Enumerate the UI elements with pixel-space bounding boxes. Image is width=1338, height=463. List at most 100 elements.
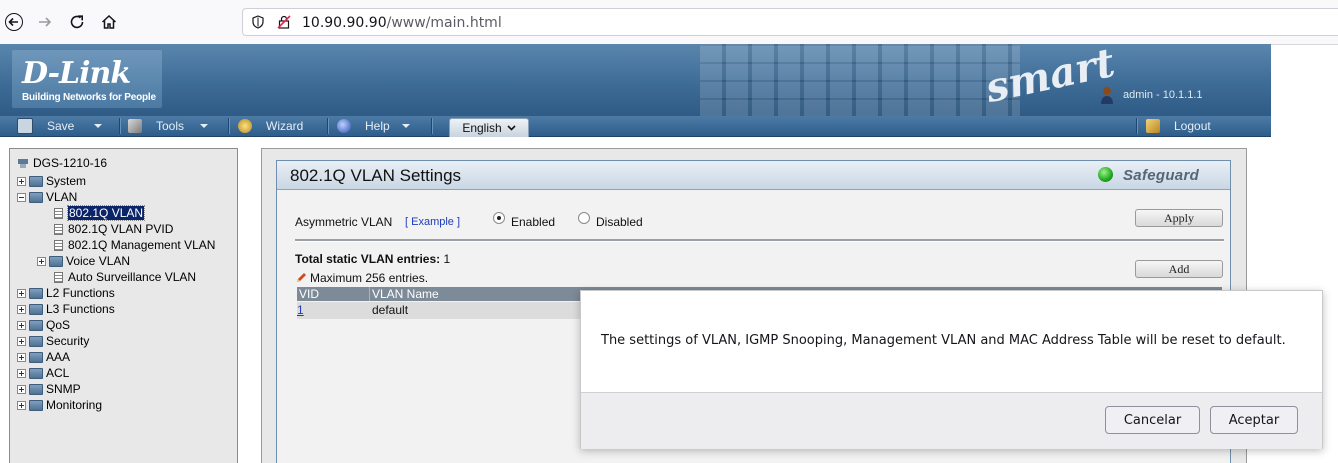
key-icon <box>1146 119 1160 133</box>
folder-icon <box>29 175 43 187</box>
folder-icon <box>29 303 43 315</box>
back-arrow-icon <box>5 13 23 31</box>
max-entries-note: Maximum 256 entries. <box>295 271 428 285</box>
language-label: English <box>462 121 502 135</box>
dialog-footer: Cancelar Aceptar <box>581 392 1322 449</box>
main-toolbar: Save Tools Wizard Help English Logout <box>0 116 1271 137</box>
tree-item-label: 802.1Q VLAN PVID <box>68 222 174 236</box>
help-globe-icon <box>337 119 351 133</box>
help-label: Help <box>365 119 390 133</box>
floppy-disk-icon <box>17 118 33 134</box>
tree-item-label: QoS <box>46 318 71 332</box>
logout-button[interactable]: Logout <box>1146 116 1211 136</box>
tools-label: Tools <box>156 119 185 133</box>
logout-label: Logout <box>1174 119 1211 133</box>
wand-icon <box>238 119 252 133</box>
expand-icon[interactable] <box>17 368 26 378</box>
expand-icon[interactable] <box>17 400 26 410</box>
browser-toolbar: 10.90.90.90/www/main.html <box>0 0 1338 45</box>
example-link[interactable]: [ Example ] <box>405 216 460 228</box>
home-button[interactable] <box>95 8 123 36</box>
page-icon <box>54 271 63 283</box>
switch-device-icon <box>18 159 28 168</box>
page-title: 802.1Q VLAN Settings <box>290 166 462 185</box>
insecure-lock-icon[interactable] <box>277 15 291 29</box>
logo-tagline: Building Networks for People <box>22 92 156 103</box>
navigation-tree: DGS-1210-16 System VLAN 802.1Q VLAN 802.… <box>9 148 238 463</box>
vlan-name-cell: default <box>372 303 409 317</box>
tree-item-security[interactable]: Security <box>17 333 89 349</box>
safeguard-button[interactable]: Safeguard <box>1123 167 1199 184</box>
url-bar[interactable]: 10.90.90.90/www/main.html <box>242 8 1338 36</box>
tree-item-label: Monitoring <box>46 398 103 412</box>
tree-item-aaa[interactable]: AAA <box>17 349 70 365</box>
expand-icon[interactable] <box>37 256 46 266</box>
tree-item-qos[interactable]: QoS <box>17 317 70 333</box>
asymmetric-vlan-label: Asymmetric VLAN <box>295 215 393 229</box>
folder-icon <box>29 351 43 363</box>
tree-item-8021q-vlan[interactable]: 802.1Q VLAN <box>54 205 146 221</box>
user-icon <box>1101 87 1113 104</box>
tree-item-auto-surveillance-vlan[interactable]: Auto Surveillance VLAN <box>54 269 196 285</box>
asymmetric-disabled-radio[interactable] <box>578 212 590 224</box>
confirm-dialog: The settings of VLAN, IGMP Snooping, Man… <box>580 290 1323 449</box>
language-select[interactable]: English <box>449 118 529 137</box>
wizard-button[interactable]: Wizard <box>238 116 303 136</box>
tree-item-label: Security <box>46 334 90 348</box>
expand-icon[interactable] <box>17 176 26 186</box>
shield-icon[interactable] <box>251 15 265 29</box>
back-button[interactable] <box>0 8 28 36</box>
tree-item-8021q-vlan-pvid[interactable]: 802.1Q VLAN PVID <box>54 221 173 237</box>
reload-button[interactable] <box>63 8 91 36</box>
folder-icon <box>29 399 43 411</box>
forward-arrow-icon <box>39 17 52 27</box>
tree-item-label: L2 Functions <box>46 286 115 300</box>
tree-item-label: 802.1Q Management VLAN <box>68 238 216 252</box>
asymmetric-enabled-radio[interactable] <box>493 212 505 224</box>
apply-button[interactable]: Apply <box>1135 209 1223 227</box>
cancel-button[interactable]: Cancelar <box>1105 406 1200 434</box>
tree-item-acl[interactable]: ACL <box>17 365 69 381</box>
tools-menu[interactable]: Tools <box>128 116 209 136</box>
chevron-down-icon <box>507 125 516 131</box>
add-button[interactable]: Add <box>1135 260 1223 278</box>
accept-button[interactable]: Aceptar <box>1210 406 1298 434</box>
tree-item-system[interactable]: System <box>17 173 86 189</box>
tree-item-label: System <box>46 174 87 188</box>
page-icon <box>54 223 63 235</box>
tree-item-vlan[interactable]: VLAN <box>17 189 77 205</box>
help-menu[interactable]: Help <box>337 116 410 136</box>
folder-icon <box>49 255 63 267</box>
vid-link[interactable]: 1 <box>297 303 304 317</box>
expand-icon[interactable] <box>17 384 26 394</box>
tree-item-voice-vlan[interactable]: Voice VLAN <box>37 253 130 269</box>
logo-text: D-Link <box>22 56 131 91</box>
expand-icon[interactable] <box>17 352 26 362</box>
chevron-down-icon <box>94 124 103 128</box>
expand-icon[interactable] <box>17 304 26 314</box>
expand-icon[interactable] <box>17 288 26 298</box>
reload-icon <box>70 15 84 29</box>
expand-icon[interactable] <box>17 320 26 330</box>
disabled-label: Disabled <box>596 215 643 229</box>
tree-item-l3-functions[interactable]: L3 Functions <box>17 301 115 317</box>
forward-button[interactable] <box>31 8 59 36</box>
column-header-vlan-name: VLAN Name <box>369 287 439 301</box>
collapse-icon[interactable] <box>17 192 26 202</box>
tree-root[interactable]: DGS-1210-16 <box>17 155 107 171</box>
url-host: 10.90.90.90 <box>302 15 387 31</box>
tree-item-l2-functions[interactable]: L2 Functions <box>17 285 115 301</box>
folder-icon <box>29 287 43 299</box>
pencil-icon <box>297 273 306 282</box>
max-entries-label: Maximum 256 entries. <box>310 271 429 285</box>
folder-icon <box>29 367 43 379</box>
safeguard-status-icon <box>1098 167 1113 182</box>
save-menu[interactable]: Save <box>17 116 103 136</box>
tree-item-8021q-mgmt-vlan[interactable]: 802.1Q Management VLAN <box>54 237 215 253</box>
dialog-message: The settings of VLAN, IGMP Snooping, Man… <box>601 333 1286 348</box>
tree-item-snmp[interactable]: SNMP <box>17 381 81 397</box>
expand-icon[interactable] <box>17 336 26 346</box>
page-icon <box>54 207 63 219</box>
tree-item-monitoring[interactable]: Monitoring <box>17 397 102 413</box>
tree-root-label: DGS-1210-16 <box>33 156 108 170</box>
